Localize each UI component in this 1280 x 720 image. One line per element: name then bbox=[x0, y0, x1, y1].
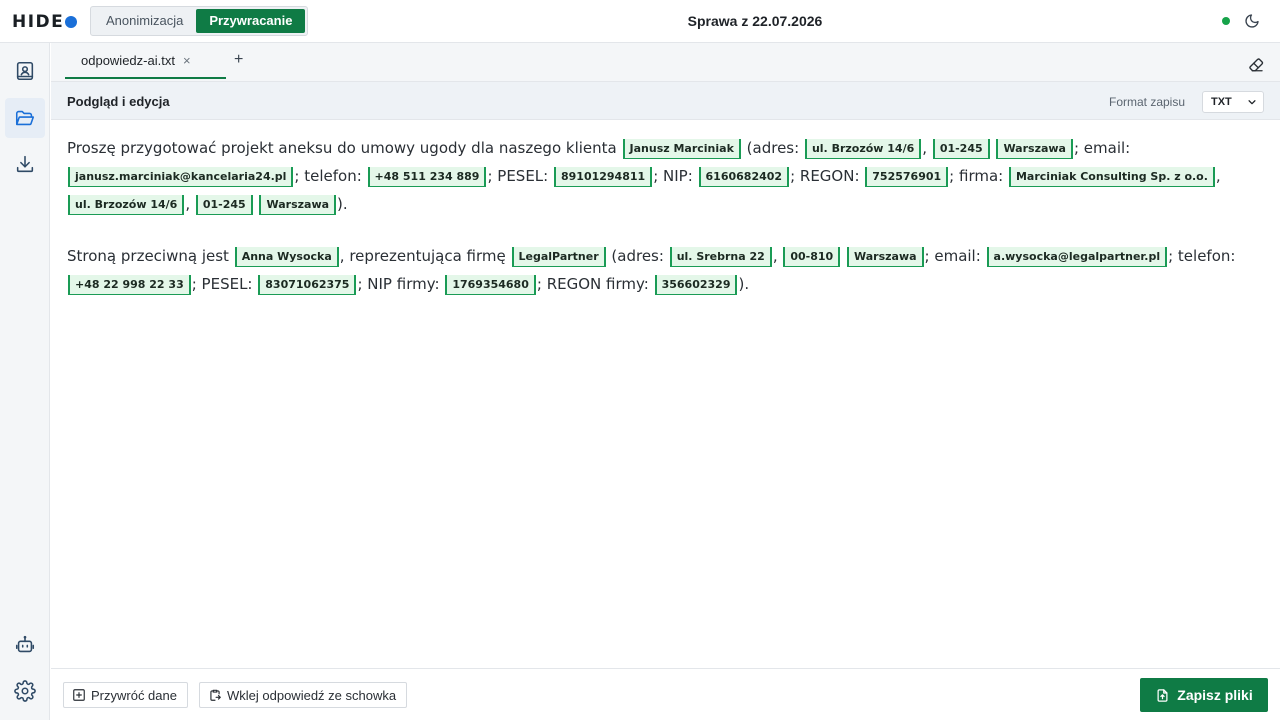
format-select-value: TXT bbox=[1211, 96, 1232, 108]
text-segment: ; email: bbox=[1074, 139, 1130, 157]
format-label: Format zapisu bbox=[1109, 95, 1185, 109]
entity-company[interactable]: Marciniak Consulting Sp. z o.o. bbox=[1009, 167, 1215, 187]
folder-open-icon bbox=[14, 107, 36, 129]
paragraph-1: Proszę przygotować projekt aneksu do umo… bbox=[67, 134, 1267, 218]
paste-from-clipboard-button[interactable]: Wklej odpowiedź ze schowka bbox=[199, 682, 407, 708]
text-segment: ; telefon: bbox=[294, 167, 366, 185]
text-segment: ; NIP firmy: bbox=[357, 275, 444, 293]
text-segment: ; PESEL: bbox=[487, 167, 553, 185]
text-segment bbox=[841, 247, 846, 265]
entity-postal-code[interactable]: 01-245 bbox=[933, 139, 990, 159]
text-segment bbox=[254, 195, 259, 213]
text-segment: , bbox=[1216, 167, 1221, 185]
text-segment: , reprezentująca firmę bbox=[340, 247, 511, 265]
entity-company[interactable]: LegalPartner bbox=[512, 247, 606, 267]
text-segment: ; REGON firmy: bbox=[537, 275, 654, 293]
top-bar: HIDE Anonimizacja Przywracanie Sprawa z … bbox=[0, 0, 1280, 43]
file-upload-icon bbox=[1155, 688, 1170, 703]
status-indicator-icon bbox=[1222, 17, 1230, 25]
mode-switch: Anonimizacja Przywracanie bbox=[90, 6, 308, 36]
case-title: Sprawa z 22.07.2026 bbox=[688, 13, 823, 29]
logo: HIDE bbox=[12, 12, 77, 32]
text-segment: ). bbox=[738, 275, 749, 293]
text-segment: Proszę przygotować projekt aneksu do umo… bbox=[67, 139, 622, 157]
text-segment bbox=[991, 139, 996, 157]
entity-city[interactable]: Warszawa bbox=[259, 195, 336, 215]
sidebar-item-ai[interactable] bbox=[5, 625, 45, 665]
chevron-down-icon bbox=[1247, 97, 1257, 107]
entity-phone[interactable]: +48 511 234 889 bbox=[368, 167, 487, 187]
clipboard-paste-icon bbox=[208, 688, 222, 702]
entity-person[interactable]: Anna Wysocka bbox=[235, 247, 339, 267]
entity-regon[interactable]: 752576901 bbox=[865, 167, 948, 187]
entity-nip[interactable]: 1769354680 bbox=[445, 275, 536, 295]
section-title: Podgląd i edycja bbox=[67, 94, 170, 109]
text-segment: , bbox=[773, 247, 783, 265]
entity-phone[interactable]: +48 22 998 22 33 bbox=[68, 275, 191, 295]
logo-text: HIDE bbox=[12, 12, 64, 32]
moon-icon[interactable] bbox=[1244, 13, 1260, 29]
text-segment: Stroną przeciwną jest bbox=[67, 247, 234, 265]
text-segment: ; REGON: bbox=[790, 167, 864, 185]
save-files-button[interactable]: Zapisz pliki bbox=[1140, 678, 1268, 712]
sidebar-item-settings[interactable] bbox=[5, 671, 45, 711]
entity-person[interactable]: Janusz Marciniak bbox=[623, 139, 741, 159]
tab-label: odpowiedz-ai.txt bbox=[81, 53, 175, 68]
mode-anonimizacja-button[interactable]: Anonimizacja bbox=[93, 9, 196, 33]
text-segment: (adres: bbox=[742, 139, 804, 157]
text-segment: ; email: bbox=[925, 247, 986, 265]
entity-email[interactable]: janusz.marciniak@kancelaria24.pl bbox=[68, 167, 293, 187]
entity-city[interactable]: Warszawa bbox=[847, 247, 924, 267]
entity-regon[interactable]: 356602329 bbox=[655, 275, 738, 295]
sidebar-item-contacts[interactable] bbox=[5, 51, 45, 91]
sidebar-item-files[interactable] bbox=[5, 98, 45, 138]
mode-przywracanie-button[interactable]: Przywracanie bbox=[196, 9, 305, 33]
entity-postal-code[interactable]: 00-810 bbox=[783, 247, 840, 267]
sidebar-item-download[interactable] bbox=[5, 144, 45, 184]
entity-postal-code[interactable]: 01-245 bbox=[196, 195, 253, 215]
contact-book-icon bbox=[14, 60, 36, 82]
add-tab-button[interactable]: + bbox=[234, 51, 243, 69]
entity-street[interactable]: ul. Brzozów 14/6 bbox=[805, 139, 921, 159]
tab-odpowiedz-ai[interactable]: odpowiedz-ai.txt × bbox=[65, 43, 226, 79]
robot-icon bbox=[14, 634, 36, 656]
format-select[interactable]: TXT bbox=[1202, 91, 1264, 113]
entity-pesel[interactable]: 89101294811 bbox=[554, 167, 652, 187]
text-segment: ; PESEL: bbox=[192, 275, 258, 293]
entity-email[interactable]: a.wysocka@legalpartner.pl bbox=[987, 247, 1168, 267]
entity-pesel[interactable]: 83071062375 bbox=[258, 275, 356, 295]
save-files-label: Zapisz pliki bbox=[1177, 687, 1252, 703]
gear-icon bbox=[14, 680, 36, 702]
paste-from-clipboard-label: Wklej odpowiedź ze schowka bbox=[227, 688, 396, 703]
entity-nip[interactable]: 6160682402 bbox=[699, 167, 790, 187]
text-segment: ; firma: bbox=[949, 167, 1008, 185]
text-segment: , bbox=[922, 139, 932, 157]
eraser-icon[interactable] bbox=[1247, 55, 1265, 73]
text-segment: ; telefon: bbox=[1168, 247, 1235, 265]
logo-dot-icon bbox=[65, 16, 77, 28]
restore-data-label: Przywróć dane bbox=[91, 688, 177, 703]
download-icon bbox=[14, 153, 36, 175]
restore-icon bbox=[72, 688, 86, 702]
sidebar bbox=[0, 43, 50, 720]
text-editor[interactable]: Proszę przygotować projekt aneksu do umo… bbox=[67, 134, 1267, 322]
text-segment: ). bbox=[337, 195, 348, 213]
section-header: Podgląd i edycja Format zapisu TXT bbox=[51, 81, 1280, 120]
entity-street[interactable]: ul. Brzozów 14/6 bbox=[68, 195, 184, 215]
paragraph-2: Stroną przeciwną jest Anna Wysocka, repr… bbox=[67, 242, 1267, 298]
entity-city[interactable]: Warszawa bbox=[996, 139, 1073, 159]
text-segment: ; NIP: bbox=[653, 167, 697, 185]
footer: Przywróć dane Wklej odpowiedź ze schowka… bbox=[51, 668, 1280, 720]
tab-bar: odpowiedz-ai.txt × + bbox=[51, 43, 1280, 81]
close-icon[interactable]: × bbox=[183, 53, 191, 68]
restore-data-button[interactable]: Przywróć dane bbox=[63, 682, 188, 708]
entity-street[interactable]: ul. Srebrna 22 bbox=[670, 247, 772, 267]
text-segment: , bbox=[185, 195, 195, 213]
text-segment: (adres: bbox=[607, 247, 669, 265]
